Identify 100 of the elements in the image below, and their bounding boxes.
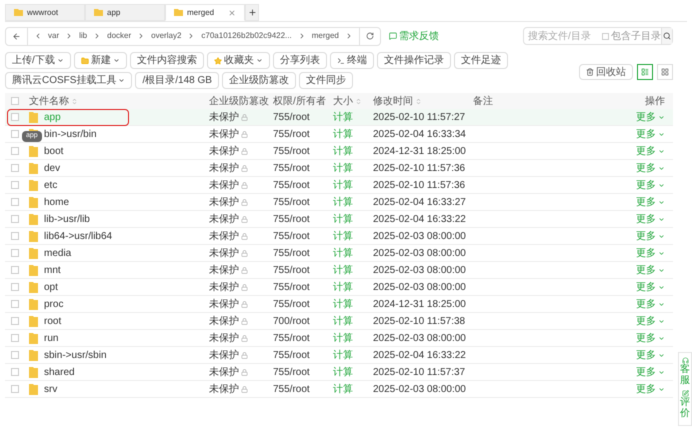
table-row[interactable]: srv 未保护 755/root 计算 2025-02-03 08:00:00 更多 — [5, 381, 673, 398]
checkbox[interactable] — [11, 164, 19, 172]
lock-icon[interactable] — [241, 216, 248, 222]
table-row[interactable]: boot 未保护 755/root 计算 2024-12-31 18:25:00 更多 — [5, 143, 673, 160]
lock-icon[interactable] — [241, 386, 248, 392]
toolbar-button[interactable]: 企业级防篡改 — [222, 72, 296, 89]
recycle-bin-button[interactable]: 回收站 — [579, 64, 633, 80]
table-row[interactable]: lib64->usr/lib64 未保护 755/root 计算 2025-02-03 08:00:00 更多 — [5, 228, 673, 245]
table-row[interactable]: sbin->usr/sbin 未保护 755/root 计算 2025-02-04 16:33:22 更多 — [5, 347, 673, 364]
checkbox[interactable] — [11, 368, 19, 376]
breadcrumb-item[interactable]: docker — [107, 30, 132, 42]
file-name[interactable]: home — [44, 194, 70, 210]
lock-icon[interactable] — [241, 182, 248, 188]
lock-icon[interactable] — [241, 148, 248, 154]
back-icon[interactable] — [12, 32, 21, 40]
breadcrumb-item[interactable]: merged — [312, 30, 339, 42]
lock-icon[interactable] — [241, 318, 248, 324]
lock-icon[interactable] — [241, 198, 248, 206]
lock-icon[interactable] — [241, 284, 248, 290]
file-name[interactable]: root — [44, 314, 62, 328]
file-name[interactable]: proc — [44, 296, 64, 312]
table-row[interactable]: media 未保护 755/root 计算 2025-02-03 08:00:00 更多 — [5, 245, 673, 262]
lock-icon[interactable] — [241, 232, 248, 240]
checkbox[interactable] — [11, 317, 19, 325]
toolbar-button[interactable]: 新建 — [74, 52, 127, 69]
sort-icon[interactable] — [71, 98, 78, 104]
search-button[interactable] — [661, 28, 672, 44]
table-row[interactable]: run 未保护 755/root 计算 2025-02-03 08:00:00 更多 — [5, 330, 673, 347]
column-header[interactable]: 修改时间 — [373, 94, 413, 108]
close-icon[interactable] — [228, 8, 236, 16]
checkbox[interactable] — [11, 97, 19, 105]
table-row[interactable]: etc 未保护 755/root 计算 2025-02-10 11:57:36 更多 — [5, 177, 673, 194]
column-header[interactable]: 大小 — [333, 94, 353, 108]
table-row[interactable]: mnt 未保护 755/root 计算 2025-02-03 08:00:00 更多 — [5, 262, 673, 279]
lock-icon[interactable] — [241, 300, 248, 308]
table-row[interactable]: home 未保护 755/root 计算 2025-02-04 16:33:27 更多 — [5, 194, 673, 211]
checkbox[interactable] — [11, 266, 19, 274]
file-name[interactable]: lib->usr/lib — [44, 212, 90, 226]
toolbar-button[interactable]: 文件足迹 — [454, 52, 508, 69]
tab[interactable]: merged — [165, 4, 245, 21]
view-toggle[interactable] — [637, 64, 653, 80]
refresh-icon[interactable] — [366, 32, 374, 40]
lock-icon[interactable] — [241, 334, 248, 342]
search-input[interactable]: 搜索文件/目录 — [524, 28, 602, 44]
file-name[interactable]: run — [44, 330, 58, 346]
checkbox[interactable] — [11, 385, 19, 393]
toolbar-button[interactable]: 收藏夹 — [206, 52, 270, 69]
toolbar-button[interactable]: 文件同步 — [298, 72, 353, 89]
table-row[interactable]: root 未保护 700/root 计算 2025-02-10 11:57:38 更多 — [5, 313, 673, 330]
checkbox[interactable] — [11, 130, 19, 138]
checkbox[interactable] — [11, 351, 19, 359]
lock-icon[interactable] — [241, 368, 248, 376]
toolbar-button[interactable]: /根目录/148 GB — [135, 72, 219, 89]
checkbox[interactable] — [11, 283, 19, 291]
lock-icon[interactable] — [241, 250, 248, 256]
headset-icon[interactable] — [682, 357, 688, 364]
file-name[interactable]: etc — [44, 178, 58, 192]
toolbar-button[interactable]: 终端 — [330, 52, 374, 69]
lock-icon[interactable] — [241, 266, 248, 274]
lock-icon[interactable] — [241, 114, 248, 120]
toolbar-button[interactable]: 文件操作记录 — [376, 52, 451, 69]
sort-icon[interactable] — [415, 98, 422, 104]
checkbox[interactable] — [11, 198, 19, 206]
file-name[interactable]: bin->usr/bin — [44, 126, 97, 142]
checkbox[interactable] — [11, 300, 19, 308]
lock-icon[interactable] — [241, 352, 248, 358]
sort-icon[interactable] — [355, 98, 362, 104]
new-tab-button[interactable] — [245, 4, 259, 21]
file-name[interactable]: mnt — [44, 262, 61, 278]
checkbox[interactable] — [11, 113, 19, 121]
checkbox[interactable] — [11, 215, 19, 223]
edit-icon[interactable] — [682, 390, 688, 397]
lock-icon[interactable] — [241, 130, 248, 138]
file-name[interactable]: dev — [44, 160, 60, 176]
column-header[interactable]: 文件名称 — [29, 94, 69, 108]
file-name[interactable]: srv — [44, 382, 58, 396]
table-row[interactable]: lib->usr/lib 未保护 755/root 计算 2025-02-04 16:33:22 更多 — [5, 211, 673, 228]
file-name[interactable]: opt — [44, 280, 58, 294]
toolbar-button[interactable]: 分享列表 — [272, 52, 327, 69]
tab[interactable]: wwwroot — [5, 4, 85, 21]
breadcrumb-item[interactable]: overlay2 — [151, 30, 182, 42]
file-name[interactable]: shared — [44, 364, 75, 380]
table-row[interactable]: opt 未保护 755/root 计算 2025-02-03 08:00:00 更多 — [5, 279, 673, 296]
checkbox[interactable] — [11, 147, 19, 155]
toolbar-button[interactable]: 腾讯云COSFS挂载工具 — [5, 72, 132, 89]
table-row[interactable]: proc 未保护 755/root 计算 2024-12-31 18:25:00 更多 — [5, 296, 673, 313]
tab[interactable]: app — [85, 4, 165, 21]
checkbox[interactable] — [11, 232, 19, 240]
checkbox[interactable] — [11, 334, 19, 342]
file-name[interactable]: lib64->usr/lib64 — [44, 228, 112, 244]
checkbox[interactable] — [602, 32, 609, 40]
toolbar-button[interactable]: 上传/下载 — [5, 52, 71, 69]
toolbar-button[interactable]: 文件内容搜索 — [130, 52, 204, 69]
breadcrumb-item[interactable]: c70a10126b2b02c9422... — [201, 30, 292, 42]
breadcrumb-item[interactable]: var — [48, 30, 60, 42]
checkbox[interactable] — [11, 181, 19, 189]
file-name[interactable]: boot — [44, 144, 64, 158]
chevron-left-icon[interactable] — [34, 32, 42, 40]
table-row[interactable]: app 未保护 755/root 计算 2025-02-10 11:57:27 更多 — [5, 109, 673, 126]
file-name[interactable]: media — [44, 246, 72, 260]
